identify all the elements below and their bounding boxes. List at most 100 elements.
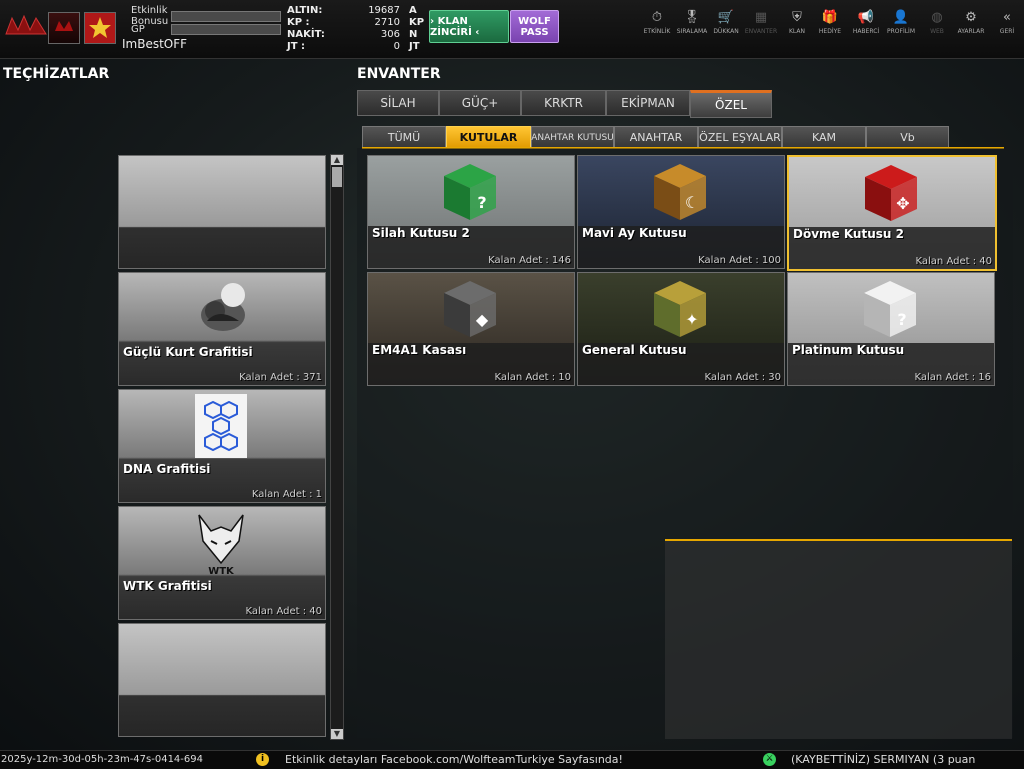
currency-label: KP : [287, 17, 310, 28]
item-name: General Kutusu [582, 343, 687, 357]
tab-2[interactable]: KRKTR [521, 90, 606, 116]
tab-3[interactable]: EKİPMAN [606, 90, 690, 116]
nav-haberci[interactable]: 📢 HABERCİ [849, 10, 883, 40]
nav-label: HEDİYE [818, 28, 842, 35]
clan-emblem[interactable] [48, 12, 80, 44]
blue-moon-chest-icon: ☾ [654, 164, 706, 220]
username[interactable]: ImBestOFF [122, 37, 187, 51]
inventory-title: ENVANTER [357, 66, 441, 82]
tab-0[interactable]: SİLAH [357, 90, 439, 116]
event-bonus-bar [171, 11, 281, 22]
nav-label: HABERCİ [852, 28, 880, 35]
wtk-wolf-icon: WTK [198, 514, 244, 575]
inventory-item[interactable]: ? Silah Kutusu 2 Kalan Adet : 146 [367, 155, 575, 269]
svg-text:✥: ✥ [896, 194, 909, 213]
currency-row: JT : 0 JT [287, 41, 422, 53]
item-quantity: Kalan Adet : 146 [488, 255, 571, 266]
scroll-thumb[interactable] [332, 167, 342, 187]
tab-4[interactable]: ÖZEL [690, 90, 772, 118]
currency-panel: ALTIN: 19687 A KP : 2710 KP NAKİT: 306 N JT : 0 JT [287, 5, 425, 53]
currency-row: NAKİT: 306 N [287, 29, 422, 41]
cart-icon: 🛒 [717, 10, 735, 25]
item-name: Dövme Kutusu 2 [793, 227, 904, 241]
currency-row: KP : 2710 KP [287, 17, 425, 29]
empty-equipment-slot[interactable] [118, 155, 326, 269]
nav-label: SIRALAMA [676, 28, 708, 35]
currency-unit: JT [409, 41, 420, 52]
back-chevron-icon: « [1003, 10, 1011, 25]
item-quantity: Kalan Adet : 16 [914, 372, 991, 383]
nav-label: ETKİNLİK [643, 28, 671, 35]
green-weapon-box-icon: ? [444, 164, 496, 220]
nav-web[interactable]: ◍ WEB [920, 10, 954, 40]
currency-label: NAKİT: [287, 29, 325, 40]
wolf-pass-button[interactable]: WOLF PASS [510, 10, 559, 43]
nav-dükkan[interactable]: 🛒 DÜKKAN [709, 10, 743, 40]
subtab-2[interactable]: ANAHTAR KUTUSU [531, 126, 614, 149]
nav-klan[interactable]: ⛨ KLAN [780, 10, 814, 40]
scroll-down-arrow-icon[interactable]: ▼ [331, 729, 343, 739]
nav-label: GERİ [999, 28, 1015, 35]
inventory-item[interactable]: ✦ General Kutusu Kalan Adet : 30 [577, 272, 785, 386]
stopwatch-icon: ⏱ [651, 10, 663, 25]
inventory-item[interactable]: ✥ Dövme Kutusu 2 Kalan Adet : 40 [787, 155, 997, 271]
equipment-title: TEÇHİZATLAR [3, 66, 110, 82]
inventory-item[interactable]: ☾ Mavi Ay Kutusu Kalan Adet : 100 [577, 155, 785, 269]
klan-chain-button[interactable]: › KLAN ZİNCİRİ ‹ [429, 10, 509, 43]
subtab-5[interactable]: KAM [782, 126, 866, 149]
nav-geri[interactable]: « GERİ [990, 10, 1024, 40]
currency-unit: N [409, 29, 418, 40]
empty-equipment-slot[interactable] [118, 623, 326, 737]
nav-label: PROFİLİM [886, 28, 916, 35]
equipment-quantity: Kalan Adet : 1 [251, 489, 322, 500]
item-name: Mavi Ay Kutusu [582, 226, 687, 240]
rank-star-icon [84, 12, 116, 44]
equipment-slot[interactable]: WTK WTK Grafitisi Kalan Adet : 40 [118, 506, 326, 620]
currency-value: 2710 [374, 17, 400, 28]
equipment-slot[interactable]: DNA Grafitisi Kalan Adet : 1 [118, 389, 326, 503]
nav-hediye[interactable]: 🎁 HEDİYE [813, 10, 847, 40]
equipment-name: WTK Grafitisi [123, 579, 212, 593]
subtab-1[interactable]: KUTULAR [446, 126, 531, 149]
subtab-6[interactable]: Vb [866, 126, 949, 149]
nav-label: ENVANTER [744, 28, 778, 35]
nav-label: AYARLAR [957, 28, 985, 35]
nav-envanter[interactable]: ▦ ENVANTER [744, 10, 778, 40]
nav-siralama[interactable]: 🎖 SIRALAMA [675, 10, 709, 40]
item-quantity: Kalan Adet : 10 [494, 372, 571, 383]
subtab-4[interactable]: ÖZEL EŞYALAR [698, 126, 782, 149]
item-quantity: Kalan Adet : 40 [915, 256, 992, 267]
equipment-quantity: Kalan Adet : 40 [245, 606, 322, 617]
inventory-item[interactable]: ◆ EM4A1 Kasası Kalan Adet : 10 [367, 272, 575, 386]
equipment-scrollbar[interactable]: ▲ ▼ [330, 154, 344, 740]
nav-ayarlar[interactable]: ⚙ AYARLAR [954, 10, 988, 40]
equipment-name: DNA Grafitisi [123, 462, 211, 476]
weapon-case-icon: ◆ [444, 281, 496, 337]
red-tattoo-box-icon: ✥ [865, 165, 917, 221]
currency-unit: KP [409, 17, 425, 28]
nav-profilim[interactable]: 👤 PROFİLİM [884, 10, 918, 40]
dna-pattern-icon [195, 394, 247, 458]
inventory-item[interactable]: ? Platinum Kutusu Kalan Adet : 16 [787, 272, 995, 386]
profile-icon: 👤 [892, 10, 910, 25]
battle-icon: ⚔ [763, 753, 776, 766]
scroll-up-arrow-icon[interactable]: ▲ [331, 155, 343, 165]
currency-value: 0 [393, 41, 400, 52]
tab-1[interactable]: GÜÇ+ [439, 90, 521, 116]
svg-text:✦: ✦ [685, 310, 698, 329]
currency-row: ALTIN: 19687 A [287, 5, 422, 17]
megaphone-icon: 📢 [857, 10, 875, 25]
currency-label: JT : [287, 41, 306, 52]
equipment-quantity: Kalan Adet : 371 [239, 372, 322, 383]
currency-value: 19687 [368, 5, 400, 16]
svg-text:☾: ☾ [685, 193, 699, 212]
nav-etkinlik[interactable]: ⏱ ETKİNLİK [640, 10, 674, 40]
ticker-message: Etkinlik detayları Facebook.com/Wolfteam… [285, 753, 623, 766]
ticker-message-2: (KAYBETTİNİZ) SERMIYAN (3 puan [791, 753, 976, 766]
equipment-slot[interactable]: Güçlü Kurt Grafitisi Kalan Adet : 371 [118, 272, 326, 386]
subtab-3[interactable]: ANAHTAR [614, 126, 698, 149]
info-icon: i [256, 753, 269, 766]
subtab-0[interactable]: TÜMÜ [362, 126, 446, 149]
item-quantity: Kalan Adet : 30 [704, 372, 781, 383]
nav-label: WEB [930, 28, 944, 35]
